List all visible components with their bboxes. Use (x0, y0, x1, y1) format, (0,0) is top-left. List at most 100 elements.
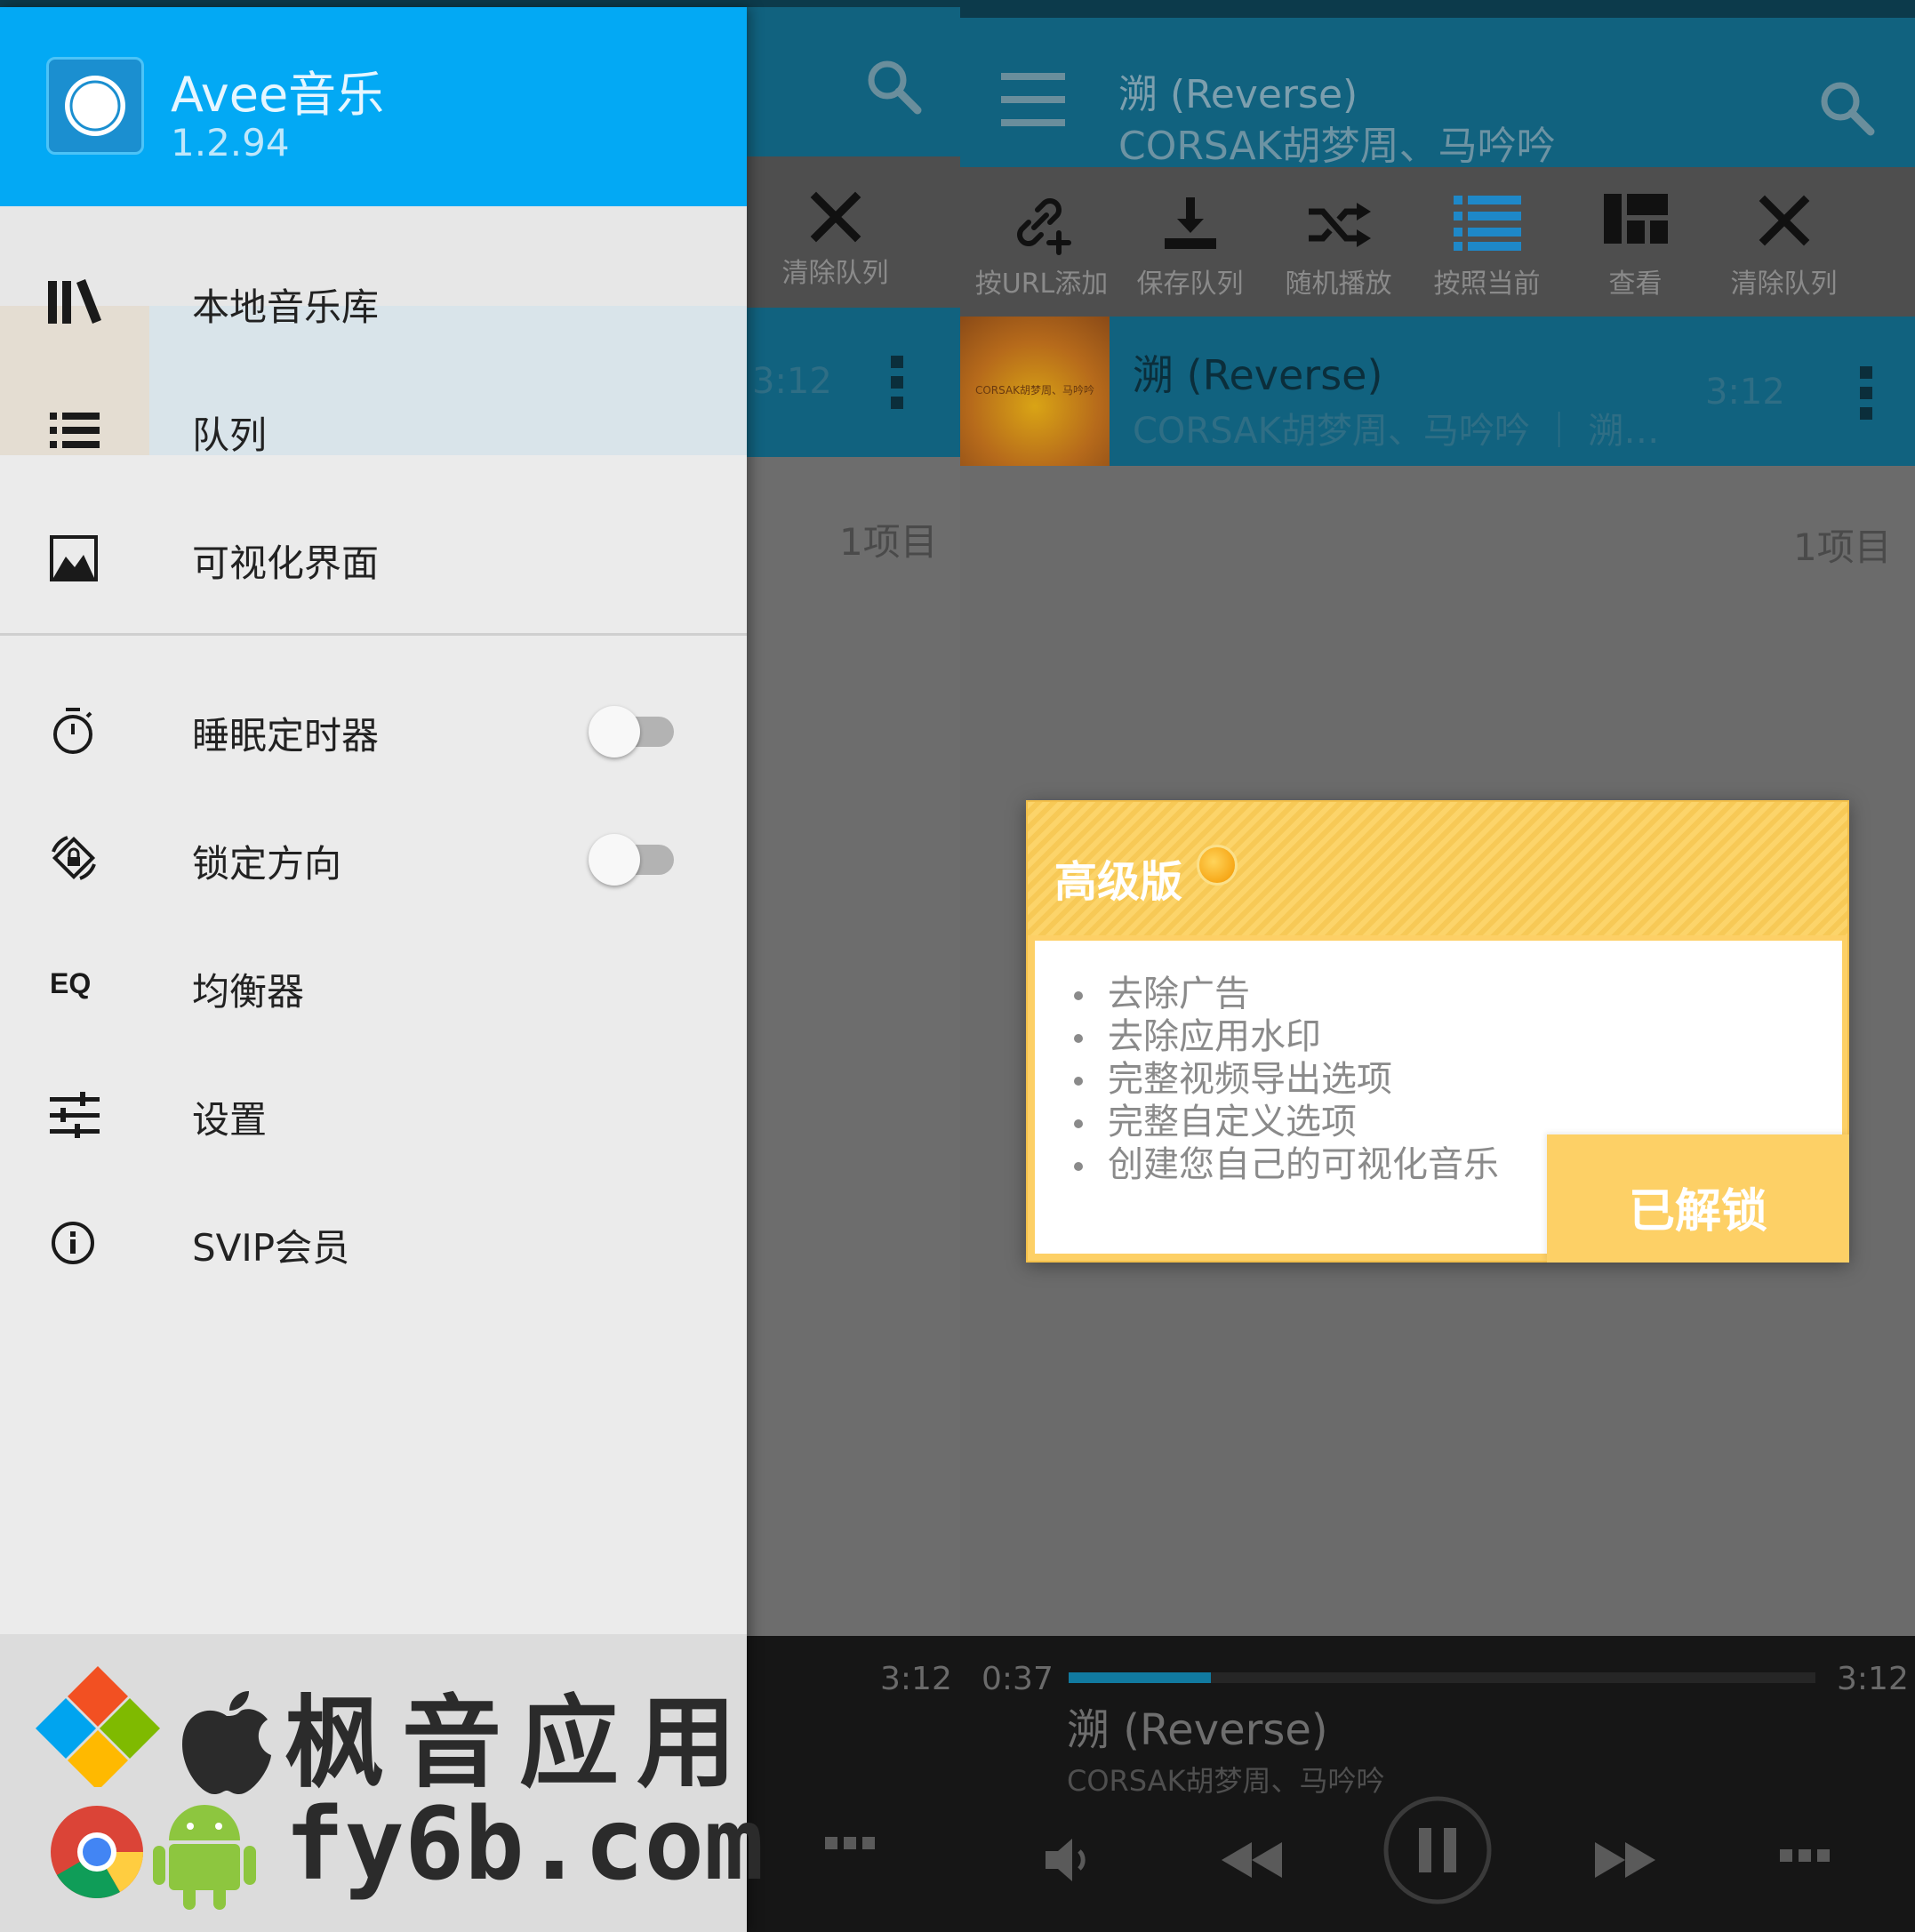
windows-logo-icon (36, 1666, 160, 1787)
app-name: Avee音乐 (171, 67, 385, 123)
watermark: 枫音应用 fy6b.com (36, 1654, 764, 1912)
progress-fill (1069, 1672, 1211, 1683)
app-bar: 溯 (Reverse) CORSAK胡梦周、马吟吟 (960, 18, 1915, 169)
navigation-drawer: Avee音乐 1.2.94 本地音乐库 队列 可视化界面 睡眠定时器 锁定方向 … (0, 7, 747, 1932)
item-count: 1项目 (1793, 525, 1892, 569)
apple-logo-icon (182, 1691, 271, 1794)
dialog-header: 高级版 (1028, 802, 1847, 935)
fast-forward-icon[interactable] (1593, 1837, 1657, 1883)
clear-queue-button[interactable]: 清除队列 (1710, 167, 1858, 317)
feature-item: 创建您自己的可视化音乐 (1070, 1143, 1499, 1186)
coin-icon (1197, 845, 1238, 886)
drawer-item-svip[interactable]: SVIP会员 (0, 1188, 747, 1295)
drawer-item-lock-orientation[interactable]: 锁定方向 (0, 804, 747, 910)
playback-duration: 3:12 (880, 1661, 952, 1697)
more-horiz-icon[interactable] (823, 1833, 877, 1855)
search-icon[interactable] (1815, 76, 1879, 140)
menu-icon[interactable] (1001, 69, 1076, 133)
android-logo-icon (153, 1805, 256, 1910)
album-art-text: CORSAK胡梦周、马吟吟 (974, 384, 1095, 397)
progress-bar[interactable] (1069, 1672, 1815, 1683)
queue-toolbar: 按URL添加 保存队列 随机播放 按照当前 查看 清除队列 (960, 167, 1915, 317)
view-button[interactable]: 查看 (1561, 167, 1710, 317)
toolbar-label: 按照当前 (1433, 269, 1541, 300)
track-duration: 3:12 (752, 361, 832, 402)
more-vert-icon[interactable] (1853, 361, 1879, 425)
feature-list: 去除广告 去除应用水印 完整视频导出选项 完整自定义选项 创建您自己的可视化音乐 (1070, 973, 1499, 1186)
search-icon[interactable] (862, 55, 926, 119)
lock-orientation-toggle[interactable] (589, 830, 676, 886)
sliders-icon (50, 1092, 100, 1138)
drawer-header: Avee音乐 1.2.94 (0, 7, 747, 206)
save-queue-button[interactable]: 保存队列 (1116, 167, 1264, 317)
drawer-item-sleep-timer[interactable]: 睡眠定时器 (0, 676, 747, 782)
status-bar (960, 0, 1915, 18)
track-title: 溯 (Reverse) (1133, 351, 1383, 399)
playback-duration: 3:12 (1837, 1661, 1909, 1697)
grid-view-icon (1603, 194, 1668, 244)
toolbar-label: 查看 (1608, 269, 1663, 300)
track-duration: 3:12 (1705, 372, 1785, 413)
close-icon (810, 191, 861, 243)
player-title: 溯 (Reverse) (1067, 1705, 1328, 1755)
image-icon (50, 535, 98, 581)
dialog-title: 高级版 (1054, 857, 1183, 907)
sleep-timer-toggle[interactable] (589, 702, 676, 758)
download-icon (1164, 197, 1216, 249)
toggle-knob (589, 706, 640, 758)
now-playing-title: 溯 (Reverse) (1118, 72, 1358, 117)
queue-track-row[interactable]: CORSAK胡梦周、马吟吟 溯 (Reverse) CORSAK胡梦周、马吟吟 … (960, 317, 1915, 466)
more-vert-icon[interactable] (884, 350, 910, 414)
drawer-item-label: 锁定方向 (192, 842, 342, 886)
sort-current-button[interactable]: 按照当前 (1413, 167, 1561, 317)
feature-item: 完整自定义选项 (1070, 1101, 1499, 1143)
app-version: 1.2.94 (171, 121, 290, 164)
drawer-item-queue[interactable]: 队列 (0, 375, 747, 482)
rotation-lock-icon (52, 836, 96, 880)
premium-dialog: 高级版 去除广告 去除应用水印 完整视频导出选项 完整自定义选项 创建您自己的可… (1026, 800, 1849, 1263)
drawer-item-visualizer[interactable]: 可视化界面 (0, 503, 747, 610)
feature-item: 完整视频导出选项 (1070, 1058, 1499, 1101)
drawer-item-label: 队列 (192, 413, 268, 457)
volume-icon[interactable] (1042, 1833, 1095, 1887)
app-logo (46, 57, 144, 155)
info-icon (52, 1222, 94, 1264)
shuffle-icon (1308, 203, 1371, 247)
drawer-item-label: 可视化界面 (192, 541, 380, 585)
close-icon (1759, 195, 1809, 246)
unlocked-button-label: 已解锁 (1628, 1185, 1767, 1239)
drawer-item-label: 睡眠定时器 (192, 714, 380, 758)
drawer-divider (0, 633, 747, 636)
shuffle-button[interactable]: 随机播放 (1264, 167, 1413, 317)
feature-item: 去除广告 (1070, 973, 1499, 1015)
toolbar-label: 清除队列 (781, 258, 889, 289)
eq-icon: EQ (50, 967, 92, 999)
rewind-icon[interactable] (1220, 1837, 1284, 1883)
drawer-item-label: 本地音乐库 (192, 285, 380, 329)
playback-position: 0:37 (982, 1661, 1054, 1697)
clear-queue-button[interactable]: 清除队列 (761, 156, 909, 308)
toolbar-label: 按URL添加 (974, 269, 1109, 300)
now-playing-artist: CORSAK胡梦周、马吟吟 (1118, 124, 1556, 169)
drawer-item-label: SVIP会员 (192, 1226, 350, 1270)
player-bar: 0:37 3:12 溯 (Reverse) CORSAK胡梦周、马吟吟 (960, 1636, 1915, 1932)
track-subtitle: CORSAK胡梦周、马吟吟 ｜ 溯… (1133, 411, 1660, 452)
drawer-item-equalizer[interactable]: EQ 均衡器 (0, 932, 747, 1038)
chrome-logo-icon (51, 1806, 143, 1898)
toolbar-label: 保存队列 (1136, 269, 1244, 300)
add-url-button[interactable]: 按URL添加 (967, 167, 1116, 317)
pause-button[interactable] (1382, 1794, 1494, 1906)
drawer-item-settings[interactable]: 设置 (0, 1060, 747, 1166)
link-add-icon (1016, 198, 1071, 255)
status-bar (0, 0, 960, 7)
drawer-item-library[interactable]: 本地音乐库 (0, 247, 747, 354)
player-artist: CORSAK胡梦周、马吟吟 (1067, 1764, 1385, 1798)
library-icon (48, 279, 101, 324)
unlocked-button[interactable]: 已解锁 (1547, 1134, 1849, 1263)
more-horiz-icon[interactable] (1778, 1846, 1831, 1867)
drawer-item-label: 设置 (192, 1098, 268, 1142)
toggle-knob (589, 834, 640, 886)
watermark-text-url: fy6b.com (284, 1787, 765, 1903)
item-count: 1项目 (839, 520, 938, 564)
toolbar-label: 随机播放 (1285, 269, 1392, 300)
